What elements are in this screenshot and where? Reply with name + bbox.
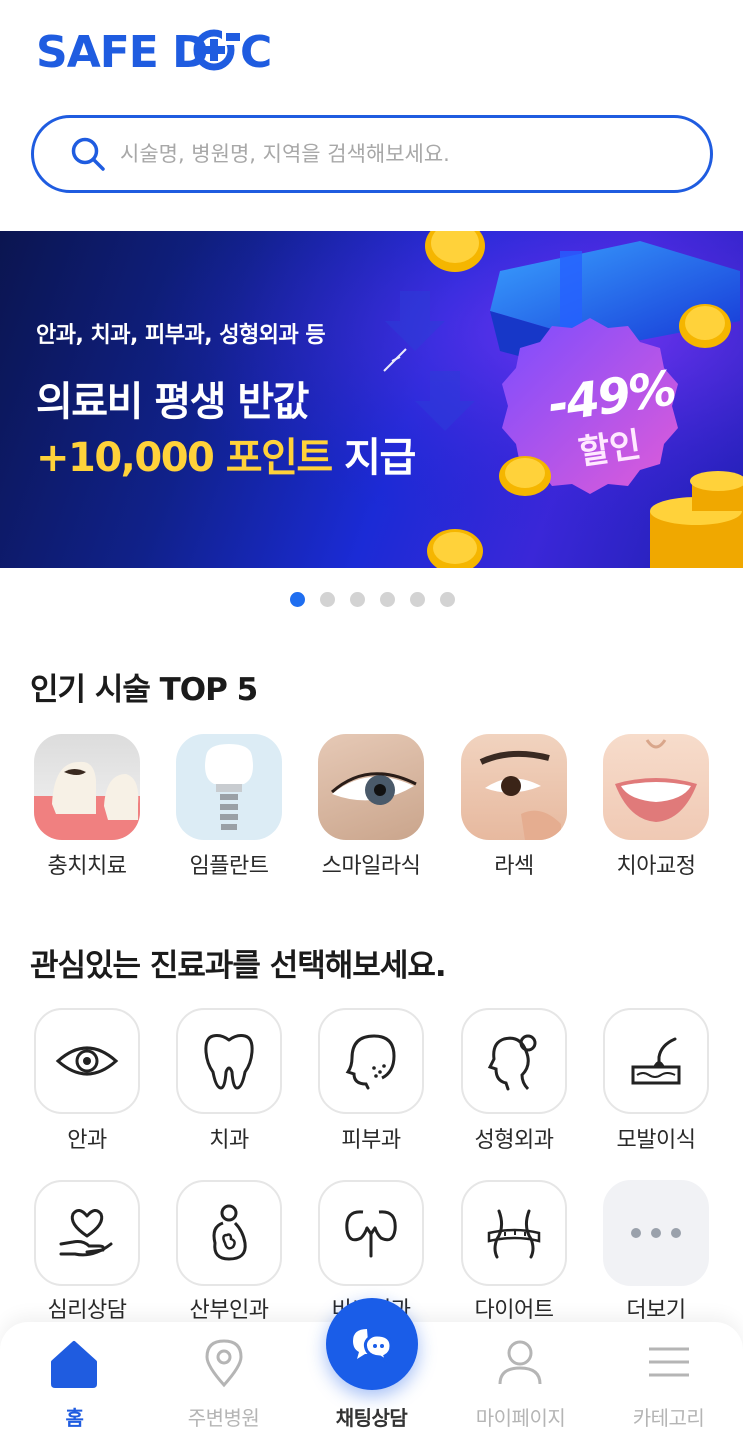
tab-label: 마이페이지 <box>475 1406 566 1430</box>
department-label: 피부과 <box>341 1128 401 1153</box>
smile-image <box>603 734 709 840</box>
location-pin-icon <box>205 1339 243 1388</box>
implant-image <box>176 734 282 840</box>
banner-headline: 의료비 평생 반값 <box>36 379 309 425</box>
tab-label: 홈 <box>65 1406 84 1430</box>
eye-closeup-image <box>318 734 424 840</box>
app-logo[interactable]: SAFE D C <box>36 27 286 73</box>
menu-lines-icon <box>649 1347 689 1377</box>
carousel-dot-1[interactable] <box>290 592 305 607</box>
carousel-pagination <box>290 592 455 607</box>
tab-my-page[interactable]: 마이페이지 <box>446 1322 595 1451</box>
person-icon <box>498 1340 542 1385</box>
department-label: 치과 <box>209 1128 249 1153</box>
carousel-dot-5[interactable] <box>410 592 425 607</box>
tab-label: 카테고리 <box>632 1406 705 1430</box>
more-dots-icon <box>603 1180 709 1286</box>
cavity-tooth-image <box>34 734 140 840</box>
department-label: 안과 <box>67 1128 107 1153</box>
popular-item-label: 스마일라식 <box>321 854 421 879</box>
chat-bubbles-icon <box>353 1329 393 1363</box>
pregnant-icon <box>176 1180 282 1286</box>
hair-follicle-icon <box>603 1008 709 1114</box>
department-label: 다이어트 <box>474 1298 554 1323</box>
svg-text:C: C <box>240 27 271 73</box>
tab-nearby-hospitals[interactable]: 주변병원 <box>149 1322 298 1451</box>
department-label: 더보기 <box>626 1298 686 1323</box>
departments-section-title: 관심있는 진료과를 선택해보세요. <box>30 948 447 984</box>
tab-home[interactable]: 홈 <box>0 1322 149 1451</box>
popular-item-label: 임플란트 <box>189 854 269 879</box>
face-skin-icon <box>318 1008 424 1114</box>
tooth-icon <box>176 1008 282 1114</box>
banner-highlight-suffix: 지급 <box>344 435 416 481</box>
banner-discount-label: 할인 <box>576 424 644 474</box>
carousel-dot-3[interactable] <box>350 592 365 607</box>
popular-item-label: 치아교정 <box>616 854 696 879</box>
waist-measure-icon <box>461 1180 567 1286</box>
tab-label: 주변병원 <box>187 1406 260 1430</box>
department-label: 심리상담 <box>47 1298 127 1323</box>
chat-consult-button[interactable] <box>326 1298 418 1390</box>
kidney-icon <box>318 1180 424 1286</box>
face-profile-icon <box>461 1008 567 1114</box>
popular-item-label: 라섹 <box>494 854 534 879</box>
search-icon <box>71 137 105 171</box>
search-input[interactable] <box>120 142 680 166</box>
carousel-dot-6[interactable] <box>440 592 455 607</box>
tab-label: 채팅상담 <box>335 1406 408 1430</box>
promo-banner[interactable]: 안과, 치과, 피부과, 성형외과 등 의료비 평생 반값 +10,000 포인… <box>0 231 743 568</box>
home-icon <box>51 1341 97 1388</box>
banner-highlight: +10,000 포인트 <box>36 435 333 481</box>
carousel-dot-4[interactable] <box>380 592 395 607</box>
department-label: 성형외과 <box>474 1128 554 1153</box>
banner-highlight-line: +10,000 포인트 지급 <box>36 425 416 483</box>
svg-text:SAFE D: SAFE D <box>36 27 208 73</box>
tab-category[interactable]: 카테고리 <box>594 1322 743 1451</box>
popular-item-label: 충치치료 <box>47 854 127 879</box>
banner-subtitle: 안과, 치과, 피부과, 성형외과 등 <box>36 323 326 348</box>
popular-section-title: 인기 시술 TOP 5 <box>30 672 258 708</box>
search-bar[interactable] <box>31 115 713 193</box>
heart-hand-icon <box>34 1180 140 1286</box>
eye-icon <box>34 1008 140 1114</box>
carousel-dot-2[interactable] <box>320 592 335 607</box>
eye-face-image <box>461 734 567 840</box>
department-label: 모발이식 <box>616 1128 696 1153</box>
department-label: 산부인과 <box>189 1298 269 1323</box>
safe-doc-logo-icon: SAFE D C <box>36 27 272 73</box>
